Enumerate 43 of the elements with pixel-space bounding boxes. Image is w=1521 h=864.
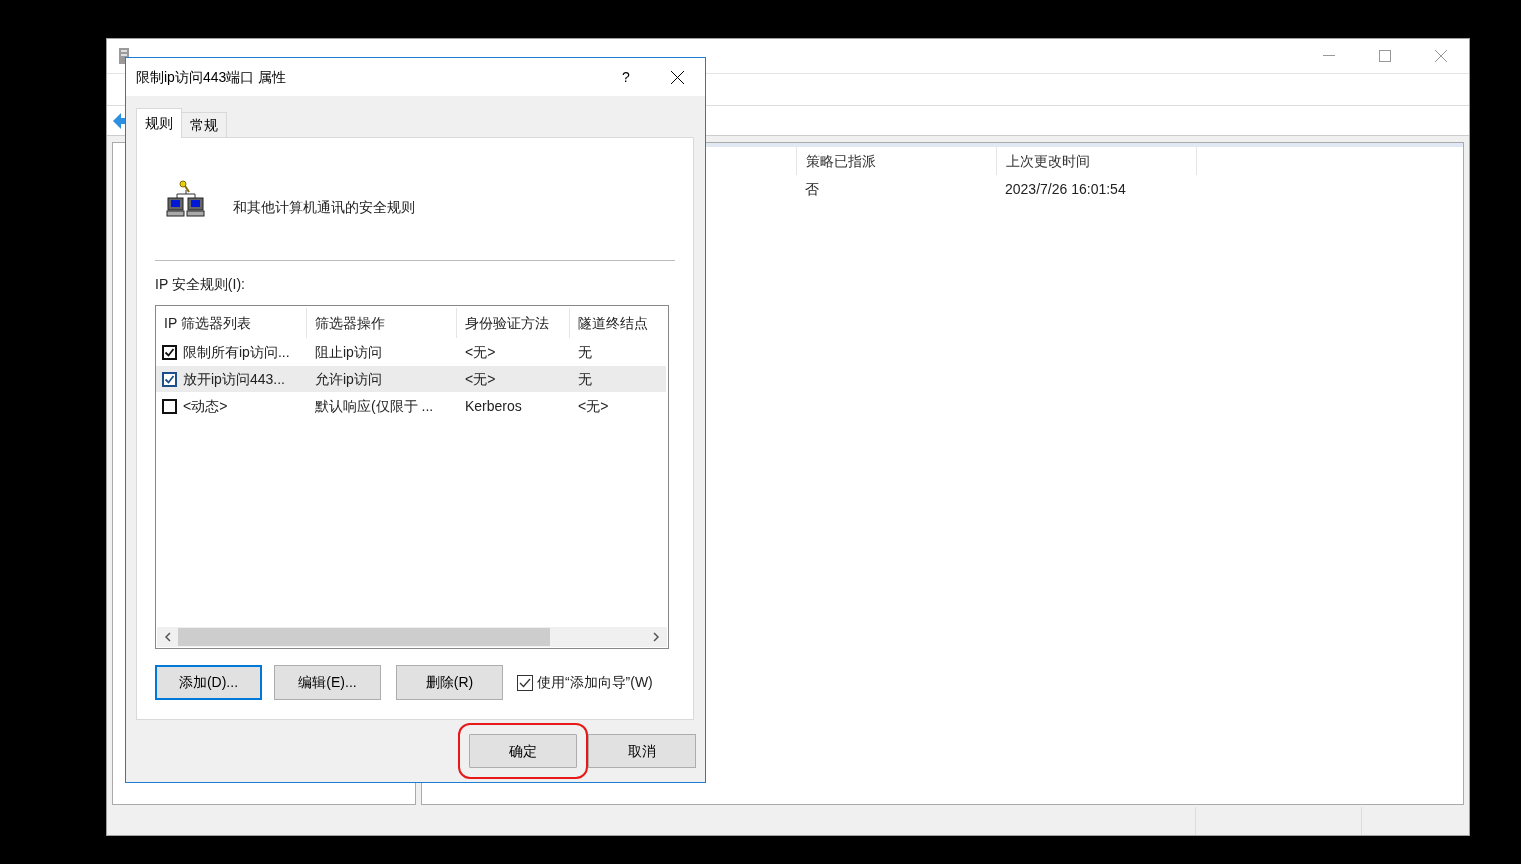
scrollbar-thumb[interactable] [178, 628, 550, 646]
close-icon [1435, 50, 1447, 62]
tab[interactable]: 规则 [136, 108, 182, 138]
checkbox[interactable] [162, 398, 177, 414]
table-cell-text: 无 [578, 342, 592, 362]
table-cell-text: <无> [465, 369, 496, 389]
column-header[interactable]: 身份验证方法 [457, 308, 570, 338]
table-cell-text: 限制所有ip访问... [183, 342, 290, 362]
column-header[interactable]: 隧道终结点 [570, 308, 665, 338]
wizard-checkbox[interactable]: 使用“添加向导”(W) [517, 672, 653, 693]
dialog-button[interactable]: 取消 [588, 734, 696, 768]
table-cell-text: 否 [804, 179, 820, 199]
table-cell-text: <动态> [183, 396, 228, 416]
checkbox[interactable] [162, 344, 177, 360]
table-cell-text: 无 [578, 369, 592, 389]
action-button[interactable]: 添加(D)... [155, 665, 262, 700]
table-cell-text: <无> [465, 342, 496, 362]
list-label: IP 安全规则(I): [155, 275, 246, 294]
tab[interactable]: 常规 [181, 112, 227, 138]
checkbox-icon[interactable] [517, 674, 533, 691]
action-button[interactable]: 编辑(E)... [274, 665, 381, 700]
list-row[interactable]: 放开ip访问443... 允许ip访问 <无> 无 [156, 366, 666, 392]
table-cell-text: <无> [578, 396, 609, 416]
column-header[interactable]: IP 筛选器列表 [156, 308, 307, 338]
table-cell-text: 放开ip访问443... [183, 369, 285, 389]
close-icon [670, 70, 684, 84]
minimize-icon [1323, 55, 1335, 57]
column-header[interactable]: 筛选器操作 [307, 308, 457, 338]
column-header[interactable]: 上次更改时间 [996, 147, 1196, 175]
networked-computers-icon [166, 180, 206, 218]
horizontal-scrollbar[interactable] [157, 627, 667, 647]
table-cell-text: 允许ip访问 [315, 369, 382, 389]
dialog-title: 限制ip访问443端口 属性 [136, 67, 287, 87]
checkbox[interactable] [162, 371, 177, 387]
column-header[interactable]: 策略已指派 [796, 147, 996, 175]
description-text: 和其他计算机通讯的安全规则 [233, 197, 415, 217]
table-cell-text: 默认响应(仅限于 ... [315, 396, 434, 416]
help-button[interactable]: ? [603, 58, 649, 96]
action-button[interactable]: 删除(R) [396, 665, 503, 700]
table-cell-text: Kerberos [465, 396, 522, 416]
table-cell-text: 2023/7/26 16:01:54 [1004, 179, 1127, 199]
maximize-icon [1379, 50, 1391, 62]
table-cell-text: 阻止ip访问 [315, 342, 382, 362]
